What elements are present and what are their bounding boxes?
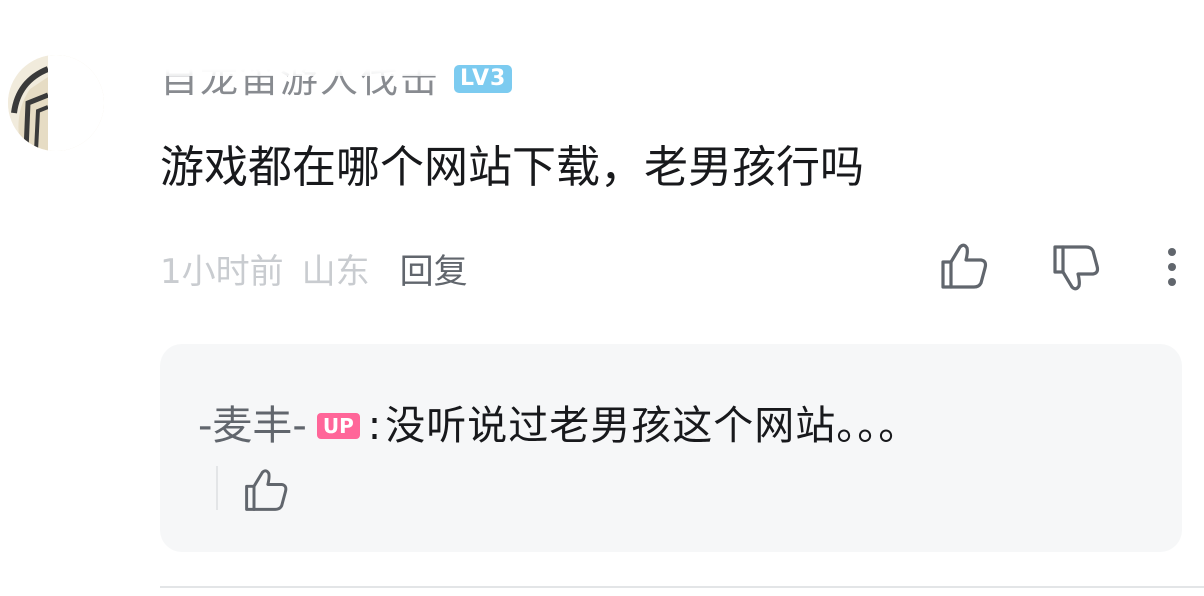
more-options-button[interactable]	[1160, 244, 1184, 290]
dislike-button[interactable]	[1050, 242, 1102, 294]
comment-time: 1小时前	[160, 251, 284, 292]
reply-line: -麦丰- UP : 没听说过老男孩这个网站。。。	[198, 400, 919, 452]
up-badge: UP	[316, 413, 360, 439]
level-badge: LV3	[454, 65, 513, 93]
reply-text: 没听说过老男孩这个网站。。。	[385, 403, 920, 449]
thumbs-up-icon	[245, 469, 288, 511]
avatar[interactable]	[8, 55, 104, 151]
thumbs-down-icon	[1053, 245, 1100, 291]
reply-card: -麦丰- UP : 没听说过老男孩这个网站。。。	[160, 344, 1182, 552]
thumbs-up-icon	[941, 243, 988, 289]
comment-location: 山东	[301, 251, 370, 292]
avatar-image	[8, 55, 104, 151]
username-overlay	[160, 54, 441, 76]
comment-page: 自龙笛游人伐击 LV3 游戏都在哪个网站下载，老男孩行吗 1小时前 山东 回复	[0, 0, 1204, 596]
reply-divider	[216, 466, 218, 510]
reply-like-button[interactable]	[240, 466, 292, 514]
reply-colon: :	[367, 403, 382, 449]
like-button[interactable]	[938, 240, 990, 292]
reply-username[interactable]: -麦丰-	[198, 400, 307, 452]
comment-divider	[160, 586, 1204, 588]
reply-button[interactable]: 回复	[400, 244, 468, 293]
comment-text: 游戏都在哪个网站下载，老男孩行吗	[160, 142, 864, 193]
comment-username[interactable]: 自龙笛游人伐击	[160, 54, 441, 104]
more-vertical-icon	[1168, 248, 1176, 286]
comment-header: 自龙笛游人伐击 LV3	[160, 54, 513, 104]
comment-meta: 1小时前 山东 回复	[160, 244, 468, 292]
